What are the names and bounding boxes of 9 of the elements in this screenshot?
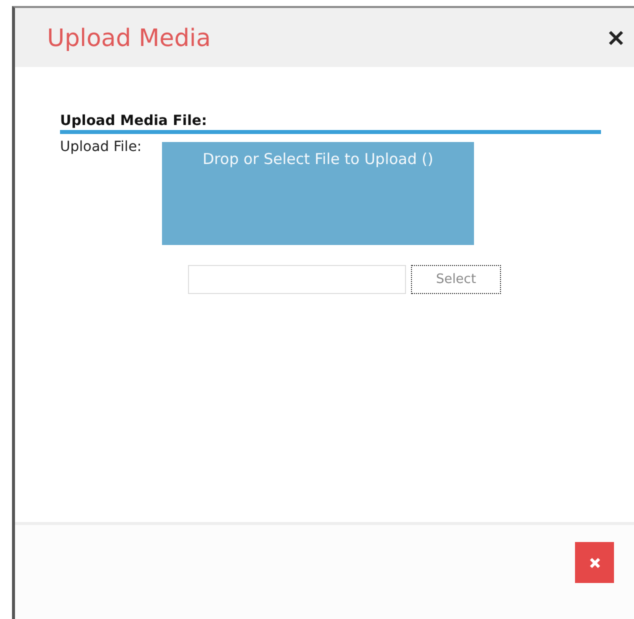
- cancel-button[interactable]: [575, 542, 614, 583]
- select-button[interactable]: Select: [411, 265, 501, 294]
- drop-zone[interactable]: Drop or Select File to Upload (): [162, 142, 474, 245]
- field-label: Upload File:: [60, 139, 143, 157]
- file-name-field[interactable]: [188, 265, 406, 294]
- close-icon: [588, 556, 600, 568]
- dialog-title: Upload Media: [47, 24, 211, 52]
- close-icon[interactable]: [608, 30, 624, 46]
- section-title: Upload Media File:: [60, 113, 207, 129]
